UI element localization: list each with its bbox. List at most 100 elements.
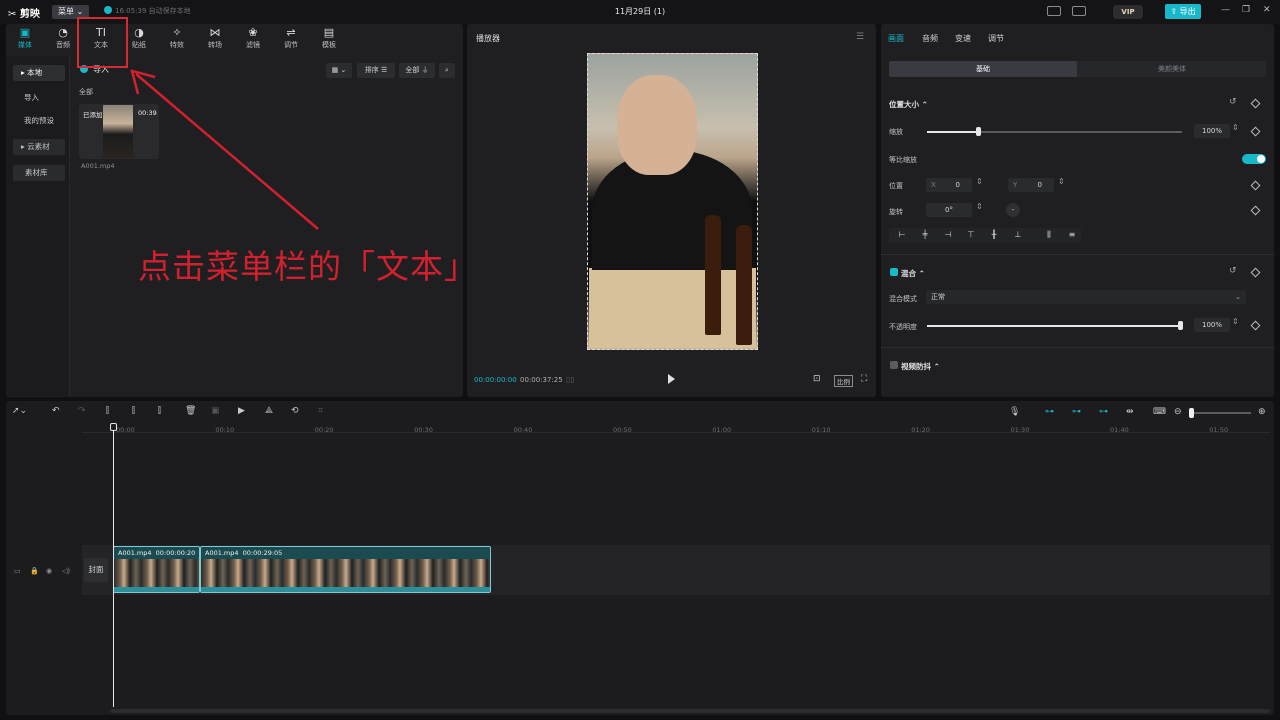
tab-effects[interactable]: ✧ 特效 <box>159 26 195 54</box>
timeline-clip[interactable]: A001.mp4 00:00:00:20 <box>113 546 200 593</box>
playhead-handle[interactable] <box>110 423 117 431</box>
tab-label: 特效 <box>170 41 184 49</box>
snap-icon[interactable]: ⊶ <box>1045 407 1054 417</box>
crop-icon[interactable]: ⌗ <box>318 406 323 416</box>
align-left-icon[interactable]: ⊢ <box>897 230 907 240</box>
stepper-icon[interactable]: ⇕ <box>1232 317 1239 326</box>
stepper-icon[interactable]: ⇕ <box>1232 123 1239 132</box>
blend-mode-select[interactable]: 正常 ⌄ <box>926 290 1246 304</box>
distribute-v-icon[interactable]: ≡ <box>1067 230 1077 240</box>
properties-tab[interactable]: 变速 <box>955 33 971 44</box>
undo-icon[interactable]: ↶ <box>52 406 60 416</box>
split-left-icon[interactable]: ⫿ <box>132 406 135 416</box>
tab-adjust[interactable]: ⇌ 调节 <box>273 26 309 54</box>
play-icon[interactable] <box>668 374 675 384</box>
sidebar-item[interactable]: 素材库 <box>13 165 65 181</box>
track-mute-icon[interactable]: ◁) <box>62 567 70 575</box>
sidebar-item[interactable]: 导入 <box>16 90 68 106</box>
split-screen-icon[interactable]: ⇹ <box>1126 407 1134 417</box>
align-center-h-icon[interactable]: ╪ <box>920 230 930 240</box>
rotation-dial-icon[interactable]: - <box>1006 203 1020 217</box>
delete-icon[interactable]: 🗑 <box>185 406 196 416</box>
blend-title: 混合 ⌃ <box>901 269 925 278</box>
minimize-icon[interactable]: — <box>1221 5 1230 15</box>
freeze-icon[interactable]: ▣ <box>211 406 220 416</box>
properties-tab[interactable]: 画面 <box>888 33 904 44</box>
filter-button[interactable]: 全部 ⏚ <box>399 63 435 78</box>
player-menu-icon[interactable]: ☰ <box>856 32 864 42</box>
track-video-icon[interactable]: ▭ <box>14 567 21 575</box>
timecode-mode-icon[interactable]: ▯▯ <box>566 375 575 384</box>
rotation-field[interactable]: 0° <box>926 203 972 217</box>
sidebar-item[interactable]: ▸ 本地 <box>13 65 65 81</box>
align-top-icon[interactable]: ⊤ <box>966 230 976 240</box>
ruler-label: 01:30 <box>1010 426 1030 434</box>
subtab-basic[interactable]: 基础 <box>889 61 1077 77</box>
split-icon[interactable]: ⫿ <box>106 406 109 416</box>
preview-axis-icon[interactable]: ⊶ <box>1099 407 1108 417</box>
track-lock-icon[interactable]: 🔒 <box>30 567 39 575</box>
maximize-icon[interactable]: ❐ <box>1242 5 1250 15</box>
caption-icon[interactable]: ⌨ <box>1153 407 1166 417</box>
reset-icon[interactable]: ↺ <box>1229 266 1237 276</box>
timeline-clip[interactable]: A001.mp4 00:00:29:05 <box>200 546 491 593</box>
tab-media[interactable]: ▣ 媒体 <box>7 26 43 54</box>
stepper-icon[interactable]: ⇕ <box>976 202 983 211</box>
reverse-play-icon[interactable]: ▶ <box>238 406 245 416</box>
position-y-field[interactable]: Y0 <box>1008 178 1054 192</box>
opacity-value[interactable]: 100% <box>1194 318 1230 332</box>
tab-transition[interactable]: ⋈ 转场 <box>197 26 233 54</box>
playhead[interactable] <box>113 425 114 707</box>
opacity-slider-handle[interactable] <box>1178 321 1183 330</box>
scale-value[interactable]: 100% <box>1194 124 1230 138</box>
align-bottom-icon[interactable]: ⊥ <box>1013 230 1023 240</box>
split-right-icon[interactable]: ⫿ <box>158 406 161 416</box>
layout-icon[interactable] <box>1072 6 1086 16</box>
linkage-icon[interactable]: ⊶ <box>1072 407 1081 417</box>
cover-button[interactable]: 封面 <box>84 558 108 582</box>
keyboard-icon[interactable] <box>1047 6 1061 16</box>
align-right-icon[interactable]: ⊣ <box>943 230 953 240</box>
timeline-scrollbar[interactable] <box>110 709 1270 713</box>
view-mode-button[interactable]: ▦ ⌄ <box>326 63 352 78</box>
position-x-field[interactable]: X0 <box>926 178 972 192</box>
focus-icon[interactable]: ⊡ <box>813 374 821 384</box>
tab-template[interactable]: ▤ 模板 <box>311 26 347 54</box>
stepper-icon[interactable]: ⇕ <box>1058 177 1065 186</box>
properties-tab[interactable]: 调节 <box>988 33 1004 44</box>
distribute-h-icon[interactable]: ⫼ <box>1044 230 1054 240</box>
rotate-icon[interactable]: ⟲ <box>291 406 299 416</box>
search-icon[interactable]: ⌕ <box>439 63 455 78</box>
align-center-v-icon[interactable]: ╫ <box>989 230 999 240</box>
highlight-box <box>77 17 128 68</box>
close-icon[interactable]: ✕ <box>1263 5 1271 15</box>
stabilize-checkbox[interactable] <box>890 361 898 369</box>
tab-audio[interactable]: ◔ 音频 <box>45 26 81 54</box>
export-button[interactable]: ⇪ 导出 <box>1165 4 1201 19</box>
stepper-icon[interactable]: ⇕ <box>976 177 983 186</box>
vip-badge[interactable]: VIP <box>1113 5 1143 19</box>
redo-icon[interactable]: ↷ <box>78 406 86 416</box>
properties-tab[interactable]: 音频 <box>922 33 938 44</box>
tab-filter[interactable]: ❀ 滤镜 <box>235 26 271 54</box>
select-tool-icon[interactable]: ➚⌄ <box>12 406 27 416</box>
sidebar-item[interactable]: 我的预设 <box>16 113 68 129</box>
zoom-slider-handle[interactable] <box>1189 408 1194 418</box>
proportional-toggle[interactable] <box>1242 154 1266 164</box>
app-logo: ✂ 剪映 <box>8 9 40 20</box>
zoom-out-icon[interactable]: ⊖ <box>1174 407 1182 417</box>
mirror-icon[interactable]: ⟁ <box>265 406 273 416</box>
timeline-ruler[interactable] <box>82 424 1270 433</box>
zoom-slider[interactable] <box>1191 412 1251 414</box>
reset-icon[interactable]: ↺ <box>1229 97 1237 107</box>
subtab-beauty[interactable]: 美颜美体 <box>1078 61 1266 77</box>
track-visibility-icon[interactable]: ◉ <box>46 567 52 575</box>
blend-checkbox[interactable] <box>890 268 898 276</box>
zoom-in-icon[interactable]: ⊕ <box>1258 407 1266 417</box>
aspect-ratio-button[interactable]: 比例 <box>834 375 853 387</box>
sidebar-item[interactable]: ▸ 云素材 <box>13 139 65 155</box>
audio-icon: ◔ <box>58 26 68 39</box>
fullscreen-icon[interactable]: ⛶ <box>861 374 867 384</box>
sort-button[interactable]: 排序 ☰ <box>357 63 395 78</box>
microphone-icon[interactable]: 🎙 <box>1009 407 1020 417</box>
